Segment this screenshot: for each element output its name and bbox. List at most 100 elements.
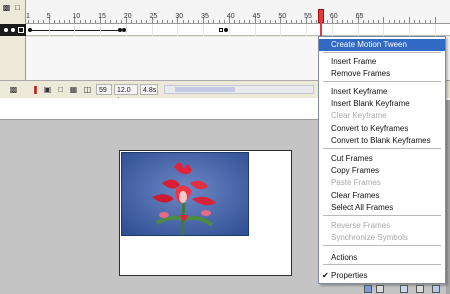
empty-keyframe-marker[interactable] [219, 28, 223, 32]
visibility-dot-icon[interactable] [4, 28, 8, 32]
ruler-tick [311, 20, 313, 23]
menu-item-label: Clear Keyframe [331, 111, 387, 120]
ruler-tick [383, 17, 385, 23]
ruler-tick [424, 20, 426, 23]
frame-cell-divider [48, 24, 50, 36]
layer-row[interactable] [0, 24, 26, 36]
menu-item-convert-to-blank-keyframes[interactable]: Convert to Blank Keyframes [319, 135, 445, 147]
flower-photo[interactable] [121, 152, 249, 236]
frame-row[interactable] [26, 24, 450, 36]
ruler-tick [378, 20, 380, 23]
frame-cell-divider [254, 24, 256, 36]
center-frame-icon[interactable]: ❚ [30, 84, 41, 95]
edit-multiple-icon[interactable]: ▦ [68, 84, 79, 95]
ruler-tick [192, 20, 194, 23]
frame-ruler[interactable]: 1 5 10 15 20 25 30 35 40 45 50 55 60 65 [26, 0, 450, 24]
onion-skin-icon[interactable]: ▣ [42, 84, 53, 95]
outline-icon[interactable]: □ [13, 3, 22, 12]
menu-item-actions[interactable]: Actions [319, 252, 445, 264]
ruler-tick [172, 20, 174, 23]
panel-icon[interactable] [400, 285, 408, 293]
ruler-tick [136, 20, 138, 23]
menu-item-insert-frame[interactable]: Insert Frame [319, 56, 445, 68]
ruler-tick [347, 20, 349, 23]
ruler-tick [213, 20, 215, 23]
menu-separator [323, 81, 441, 82]
menu-item-select-all-frames[interactable]: Select All Frames [319, 202, 445, 214]
playhead[interactable] [318, 9, 324, 23]
menu-item-remove-frames[interactable]: Remove Frames [319, 68, 445, 80]
menu-item-label: Insert Keyframe [331, 87, 388, 96]
ruler-label: 20 [123, 13, 132, 20]
ruler-tick [208, 20, 210, 23]
ruler-label: 30 [175, 13, 184, 20]
menu-item-label: Cut Frames [331, 154, 373, 163]
ruler-tick [38, 20, 40, 23]
ruler-tick [53, 20, 55, 23]
menu-item-label: Insert Blank Keyframe [331, 99, 410, 108]
ruler-tick [120, 20, 122, 23]
ruler-tick [146, 20, 148, 23]
modify-markers-icon[interactable]: ◫ [82, 84, 93, 95]
menu-item-insert-blank-keyframe[interactable]: Insert Blank Keyframe [319, 98, 445, 110]
ruler-label: 45 [252, 13, 261, 20]
panel-icon[interactable] [432, 285, 440, 293]
ruler-tick [259, 20, 261, 23]
ruler-tick [69, 20, 71, 23]
tween-line [31, 30, 120, 31]
menu-separator [323, 245, 441, 246]
menu-item-convert-to-keyframes[interactable]: Convert to Keyframes [319, 123, 445, 135]
menu-item-label: Clear Frames [331, 191, 380, 200]
menu-item-create-motion-tween[interactable]: Create Motion Tween [319, 39, 445, 51]
menu-item-label: Actions [331, 253, 358, 262]
frame-rate-field: 12.0 fps [114, 84, 138, 105]
menu-item-cut-frames[interactable]: Cut Frames [319, 153, 445, 165]
ruler-tick [43, 20, 45, 23]
ruler-tick [362, 20, 364, 23]
trash-icon[interactable]: ▩ [8, 84, 19, 95]
ruler-tick [434, 17, 436, 23]
menu-item-insert-keyframe[interactable]: Insert Keyframe [319, 86, 445, 98]
stage[interactable] [119, 150, 292, 276]
lock-dot-icon[interactable] [11, 28, 15, 32]
onion-outline-icon[interactable]: □ [55, 84, 66, 95]
ruler-label: 15 [98, 13, 106, 20]
menu-item-clear-frames[interactable]: Clear Frames [319, 190, 445, 202]
ruler-tick [419, 20, 421, 23]
menu-item-label: Create Motion Tween [331, 40, 407, 49]
ruler-tick [141, 20, 143, 23]
menu-item-copy-frames[interactable]: Copy Frames [319, 165, 445, 177]
scrollbar-thumb[interactable] [175, 87, 235, 92]
panel-icon[interactable] [376, 285, 384, 293]
ruler-tick [409, 17, 411, 23]
menu-item-label: Select All Frames [331, 203, 394, 212]
frame-cell-divider [100, 24, 102, 36]
frame-cell-divider [434, 24, 436, 36]
menu-separator [323, 264, 441, 265]
menu-item-label: Reverse Frames [331, 221, 391, 230]
ruler-label: 65 [355, 13, 364, 20]
current-frame-field: 59 [96, 84, 112, 95]
frame-cell-divider [125, 24, 127, 36]
frame-cell-divider [177, 24, 179, 36]
keyframe-marker[interactable] [28, 28, 32, 32]
menu-separator [323, 215, 441, 216]
ruler-tick [285, 20, 287, 23]
ruler-tick [167, 20, 169, 23]
ruler-tick [115, 20, 117, 23]
ruler-tick [234, 20, 235, 23]
ruler-tick [197, 20, 199, 23]
menu-item-properties[interactable]: ✔ Properties [319, 270, 445, 282]
ruler-tick [398, 20, 400, 23]
ruler-label: 25 [149, 13, 158, 20]
panel-icon[interactable] [364, 285, 372, 293]
lock-icon[interactable]: ▩ [2, 3, 11, 12]
ruler-tick [28, 20, 29, 23]
ruler-tick [84, 20, 86, 23]
panel-icon[interactable] [416, 285, 424, 293]
outline-box-icon[interactable] [18, 27, 24, 33]
timeline-scrollbar[interactable] [164, 85, 314, 94]
ruler-tick [275, 20, 277, 23]
keyframe-marker[interactable] [224, 28, 228, 32]
menu-item-label: Copy Frames [331, 166, 380, 175]
